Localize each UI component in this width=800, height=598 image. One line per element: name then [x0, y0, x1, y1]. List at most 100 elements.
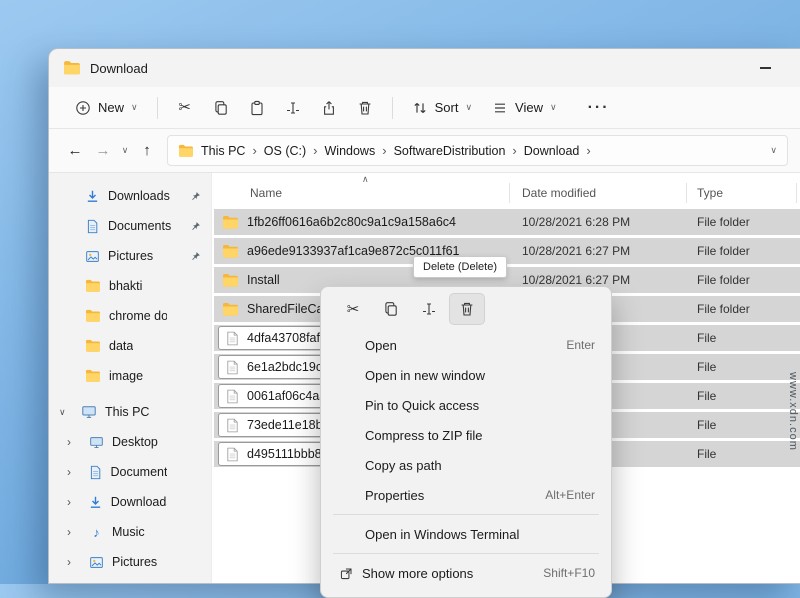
menu-item-label: Open	[365, 338, 397, 353]
up-button[interactable]: ↑	[133, 137, 161, 165]
copy-icon	[383, 301, 399, 317]
folder-icon	[222, 301, 239, 318]
menu-item-shortcut: Enter	[566, 338, 595, 352]
file-icon	[225, 418, 240, 433]
music-icon: ♪	[89, 525, 104, 540]
forward-button[interactable]: →	[89, 137, 117, 165]
downloads-icon	[88, 495, 103, 510]
sidebar-item-downloads-pc[interactable]: › Downloads	[49, 487, 211, 517]
file-type: File folder	[687, 244, 750, 258]
breadcrumb[interactable]: This PC › OS (C:) › Windows › SoftwareDi…	[167, 135, 788, 166]
sidebar-item-pictures[interactable]: Pictures	[49, 241, 211, 271]
menu-item-open-in-new-window[interactable]: Open in new window	[325, 360, 607, 390]
breadcrumb-download[interactable]: Download	[524, 144, 580, 158]
sidebar-item-label: chrome downlo	[109, 309, 167, 323]
sidebar-item-label: Downloads	[111, 495, 167, 509]
toolbar-separator	[157, 97, 158, 119]
breadcrumb-softwaredistribution[interactable]: SoftwareDistribution	[394, 144, 506, 158]
sidebar-item-bhakti[interactable]: bhakti	[49, 271, 211, 301]
sidebar-item-desktop[interactable]: › Desktop	[49, 427, 211, 457]
sidebar-item-chrome-downloads[interactable]: chrome downlo	[49, 301, 211, 331]
sidebar-item-music[interactable]: › ♪ Music	[49, 517, 211, 547]
menu-item-properties[interactable]: Properties Alt+Enter	[325, 480, 607, 510]
file-type: File	[687, 360, 716, 374]
pictures-icon	[85, 249, 100, 264]
location-folder-icon	[178, 143, 194, 159]
expand-chevron-icon[interactable]: ›	[67, 495, 80, 509]
sidebar-item-pictures-pc[interactable]: › Pictures	[49, 547, 211, 577]
sort-button[interactable]: Sort ∨	[402, 94, 482, 122]
rename-button[interactable]	[275, 92, 311, 124]
chevron-down-icon: ∨	[131, 103, 138, 112]
menu-item-label: Properties	[365, 488, 424, 503]
paste-button[interactable]	[239, 92, 275, 124]
back-button[interactable]: ←	[61, 137, 89, 165]
breadcrumb-os-c[interactable]: OS (C:)	[264, 144, 306, 158]
sidebar-item-data[interactable]: data	[49, 331, 211, 361]
menu-item-open-in-windows-terminal[interactable]: Open in Windows Terminal	[325, 519, 607, 549]
new-button[interactable]: New ∨	[65, 94, 148, 122]
document-icon	[85, 219, 100, 234]
file-type: File	[687, 331, 716, 345]
delete-button[interactable]	[347, 92, 383, 124]
menu-item-open[interactable]: Open Enter	[325, 330, 607, 360]
sort-ascending-icon: ∧	[362, 174, 369, 185]
sidebar-item-downloads[interactable]: Downloads	[49, 181, 211, 211]
file-icon	[225, 360, 240, 375]
cut-button[interactable]: ✂	[335, 293, 371, 325]
file-date: 10/28/2021 6:27 PM	[510, 273, 687, 287]
breadcrumb-windows[interactable]: Windows	[325, 144, 376, 158]
window-title: Download	[90, 61, 148, 76]
view-button[interactable]: View ∨	[482, 94, 567, 122]
sidebar-item-documents[interactable]: Documents	[49, 211, 211, 241]
file-type: File	[687, 389, 716, 403]
window-folder-icon	[63, 59, 81, 77]
rename-button[interactable]	[411, 293, 447, 325]
breadcrumb-this-pc[interactable]: This PC	[201, 144, 245, 158]
sort-icon	[412, 100, 428, 116]
column-header-type[interactable]: Type	[687, 183, 797, 203]
expand-chevron-icon[interactable]: ›	[67, 555, 81, 569]
column-header-name[interactable]: Name	[212, 183, 510, 203]
share-button[interactable]	[311, 92, 347, 124]
more-options-button[interactable]: ···	[581, 92, 617, 124]
menu-item-compress-to-zip[interactable]: Compress to ZIP file	[325, 420, 607, 450]
up-icon: ↑	[143, 142, 151, 159]
table-row[interactable]: 1fb26ff0616a6b2c80c9a1c9a158a6c4 10/28/2…	[212, 209, 800, 238]
cut-button[interactable]: ✂	[167, 92, 203, 124]
menu-item-copy-as-path[interactable]: Copy as path	[325, 450, 607, 480]
file-type: File folder	[687, 215, 750, 229]
file-icon	[225, 331, 240, 346]
pin-icon	[190, 251, 201, 262]
sidebar-item-this-pc[interactable]: ∨ This PC	[49, 397, 211, 427]
window-controls	[744, 53, 786, 83]
cut-icon: ✂	[178, 100, 191, 115]
menu-item-label: Open in new window	[365, 368, 485, 383]
expand-chevron-icon[interactable]: ›	[67, 525, 81, 539]
sidebar-item-label: This PC	[105, 405, 149, 419]
chevron-down-icon: ∨	[465, 103, 472, 112]
history-dropdown-button[interactable]: ∨	[117, 137, 133, 165]
sidebar-item-image[interactable]: image	[49, 361, 211, 391]
copy-button[interactable]	[203, 92, 239, 124]
expand-chevron-icon[interactable]: ›	[67, 465, 80, 479]
copy-button[interactable]	[373, 293, 409, 325]
sort-button-label: Sort	[435, 100, 459, 115]
expand-chevron-icon[interactable]: ›	[67, 435, 81, 449]
show-more-options-icon	[339, 566, 354, 581]
collapse-chevron-icon[interactable]: ∨	[59, 407, 73, 418]
document-icon	[88, 465, 103, 480]
address-dropdown-icon[interactable]: ∨	[770, 146, 777, 155]
folder-icon	[85, 278, 101, 294]
column-headers: ∧ Name Date modified Type	[212, 173, 800, 207]
menu-separator	[333, 514, 599, 515]
sidebar-item-documents-pc[interactable]: › Documents	[49, 457, 211, 487]
column-header-date-modified[interactable]: Date modified	[510, 183, 687, 203]
sidebar-item-label: Desktop	[112, 435, 158, 449]
title-bar: Download	[49, 49, 800, 87]
menu-item-pin-to-quick-access[interactable]: Pin to Quick access	[325, 390, 607, 420]
menu-item-shortcut: Shift+F10	[543, 566, 595, 580]
delete-button[interactable]	[449, 293, 485, 325]
sidebar-item-label: Pictures	[112, 555, 157, 569]
minimize-button[interactable]	[744, 53, 786, 83]
